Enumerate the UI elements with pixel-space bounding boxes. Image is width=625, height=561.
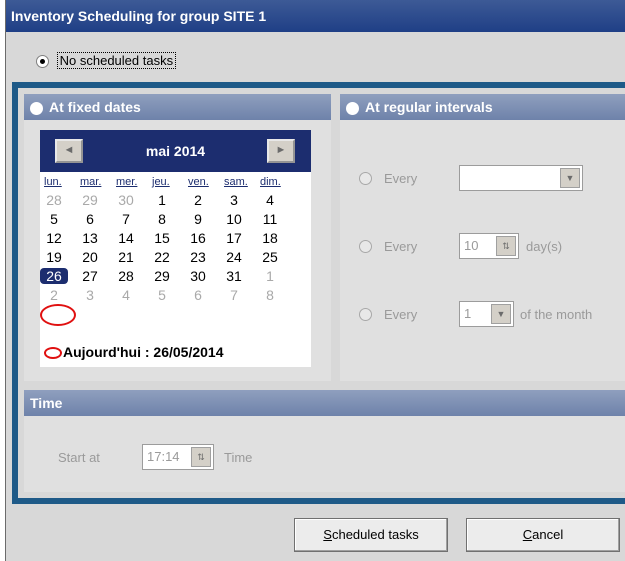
calendar-day[interactable]: 11 xyxy=(256,211,284,227)
today-label: Aujourd'hui : 26/05/2014 xyxy=(63,344,224,360)
weekday-header: dim. xyxy=(260,176,281,188)
calendar-day[interactable]: 6 xyxy=(76,211,104,227)
calendar-day[interactable]: 4 xyxy=(112,287,140,303)
calendar-day[interactable]: 22 xyxy=(148,249,176,265)
every-days-radio[interactable] xyxy=(359,240,372,253)
weekday-header: lun. xyxy=(44,176,62,188)
calendar-day[interactable]: 5 xyxy=(40,211,68,227)
spinner-icon[interactable]: ⇅ xyxy=(496,236,516,256)
calendar-day[interactable]: 29 xyxy=(76,192,104,208)
calendar-day[interactable]: 8 xyxy=(256,287,284,303)
calendar-day[interactable]: 26 xyxy=(40,268,68,284)
chevron-down-icon[interactable]: ▼ xyxy=(560,168,580,188)
cancel-button[interactable]: Cancel xyxy=(466,518,620,552)
every-month-value: 1 xyxy=(464,306,472,321)
calendar-day[interactable]: 28 xyxy=(112,268,140,284)
prev-month-button[interactable]: ◄ xyxy=(55,139,83,163)
calendar-day[interactable]: 12 xyxy=(40,230,68,246)
scheduled-rest: cheduled tasks xyxy=(331,527,419,542)
scheduled-tasks-button[interactable]: Scheduled tasks xyxy=(294,518,448,552)
calendar-day[interactable]: 19 xyxy=(40,249,68,265)
calendar-day[interactable]: 27 xyxy=(76,268,104,284)
every-option-radio[interactable] xyxy=(359,172,372,185)
calendar-day[interactable]: 14 xyxy=(112,230,140,246)
no-scheduled-option[interactable]: No scheduled tasks xyxy=(36,52,177,73)
time-spinner-icon[interactable]: ⇅ xyxy=(191,447,211,467)
every-month-label: Every xyxy=(384,307,418,322)
calendar-day[interactable]: 18 xyxy=(256,230,284,246)
weekday-header: ven. xyxy=(188,176,209,188)
calendar-day[interactable]: 17 xyxy=(220,230,248,246)
weekday-header: mer. xyxy=(116,176,138,188)
calendar-day[interactable]: 5 xyxy=(148,287,176,303)
calendar-day[interactable]: 1 xyxy=(148,192,176,208)
calendar-day[interactable]: 2 xyxy=(184,192,212,208)
start-time-value: 17:14 xyxy=(147,449,180,464)
window-title: Inventory Scheduling for group SITE 1 xyxy=(6,0,625,32)
calendar-day[interactable]: 16 xyxy=(184,230,212,246)
regular-intervals-radio[interactable] xyxy=(346,101,359,115)
calendar-day[interactable]: 20 xyxy=(76,249,104,265)
month-unit-label: of the month xyxy=(520,307,593,322)
calendar-day[interactable]: 3 xyxy=(220,192,248,208)
calendar-day[interactable]: 1 xyxy=(256,268,284,284)
every-days-value: 10 xyxy=(464,238,479,253)
regular-intervals-label: At regular intervals xyxy=(365,99,493,115)
calendar-day[interactable]: 2 xyxy=(40,287,68,303)
calendar-day[interactable]: 13 xyxy=(76,230,104,246)
calendar-day[interactable]: 6 xyxy=(184,287,212,303)
every-month-combo[interactable]: 1 ▼ xyxy=(459,301,514,327)
no-scheduled-radio[interactable] xyxy=(36,55,49,69)
time-panel: Time Start at 17:14 ⇅ Time xyxy=(24,390,625,492)
regular-intervals-header[interactable]: At regular intervals xyxy=(340,94,625,120)
calendar-day[interactable]: 3 xyxy=(76,287,104,303)
calendar-day[interactable]: 7 xyxy=(112,211,140,227)
start-at-label: Start at xyxy=(58,450,100,465)
scheduling-window: Inventory Scheduling for group SITE 1 No… xyxy=(5,0,625,561)
calendar-day[interactable]: 31 xyxy=(220,268,248,284)
fixed-dates-label: At fixed dates xyxy=(49,99,141,115)
every-period-combo[interactable]: ▼ xyxy=(459,165,583,191)
calendar-day[interactable]: 10 xyxy=(220,211,248,227)
calendar-day[interactable]: 21 xyxy=(112,249,140,265)
every-month-radio[interactable] xyxy=(359,308,372,321)
calendar-day[interactable]: 8 xyxy=(148,211,176,227)
weekday-header: jeu. xyxy=(152,176,170,188)
scheduled-accel: S xyxy=(323,527,332,542)
today-circle-mark xyxy=(40,304,76,326)
chevron-down-icon[interactable]: ▼ xyxy=(491,304,511,324)
calendar-day[interactable]: 7 xyxy=(220,287,248,303)
no-scheduled-label: No scheduled tasks xyxy=(56,52,177,69)
cancel-rest: ancel xyxy=(532,527,564,542)
every-label: Every xyxy=(384,171,418,186)
every-days-label: Every xyxy=(384,239,418,254)
calendar-day[interactable]: 23 xyxy=(184,249,212,265)
calendar-header: mai 2014 ◄ ► xyxy=(40,130,311,172)
calendar-day[interactable]: 9 xyxy=(184,211,212,227)
calendar-day[interactable]: 15 xyxy=(148,230,176,246)
calendar-day[interactable]: 24 xyxy=(220,249,248,265)
cancel-accel: C xyxy=(522,527,533,542)
today-link[interactable]: Aujourd'hui : 26/05/2014 xyxy=(44,344,224,360)
start-time-input[interactable]: 17:14 ⇅ xyxy=(142,444,214,470)
weekday-header: sam. xyxy=(224,176,248,188)
days-unit-label: day(s) xyxy=(526,239,563,254)
calendar-day[interactable]: 28 xyxy=(40,192,68,208)
fixed-dates-radio[interactable] xyxy=(30,101,43,115)
time-unit-label: Time xyxy=(224,450,253,465)
time-header: Time xyxy=(24,390,625,416)
fixed-dates-header[interactable]: At fixed dates xyxy=(24,94,331,120)
today-circle-icon xyxy=(44,347,62,360)
calendar-day[interactable]: 4 xyxy=(256,192,284,208)
calendar-day[interactable]: 30 xyxy=(184,268,212,284)
every-days-input[interactable]: 10 ⇅ xyxy=(459,233,519,259)
month-calendar[interactable]: mai 2014 ◄ ► lun. mar. mer. jeu. ven. sam. dim… xyxy=(40,130,311,367)
next-month-button[interactable]: ► xyxy=(267,139,295,163)
weekday-header: mar. xyxy=(80,176,102,188)
calendar-day[interactable]: 25 xyxy=(256,249,284,265)
regular-intervals-panel: At regular intervals Every ▼ Every 10 ⇅ … xyxy=(340,94,625,381)
calendar-day[interactable]: 29 xyxy=(148,268,176,284)
calendar-day[interactable]: 30 xyxy=(112,192,140,208)
